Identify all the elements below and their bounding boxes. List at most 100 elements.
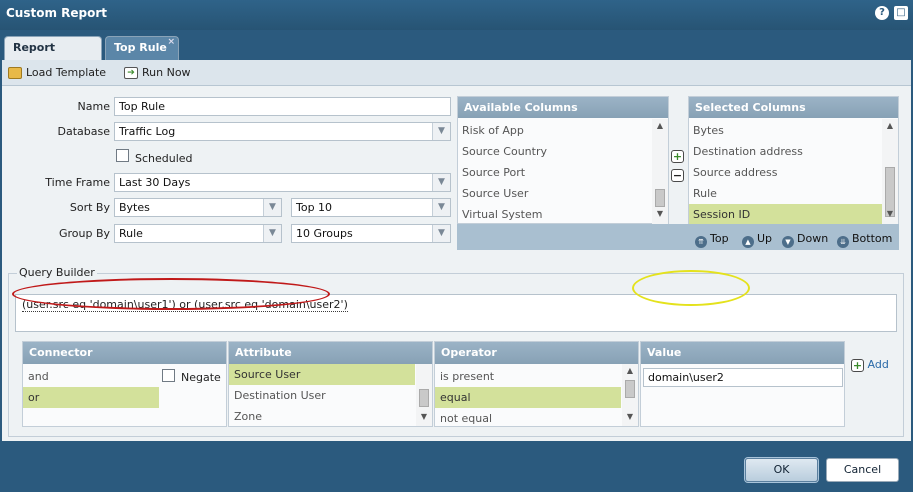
attribute-scrollbar[interactable]: ▼	[416, 364, 432, 426]
connector-column: Connector and or Negate	[22, 341, 227, 427]
groupby-value: Rule	[119, 227, 143, 240]
attribute-column: Attribute Source User Destination User Z…	[228, 341, 433, 427]
move-top-button[interactable]: ⇈ Top	[695, 232, 729, 248]
list-item[interactable]: Source Port	[458, 162, 652, 183]
list-item[interactable]: Virtual System	[458, 204, 652, 225]
tab-top-rule-label: Top Rule	[114, 41, 167, 54]
chevron-down-icon[interactable]: ▼	[432, 225, 450, 242]
groupby-limit-select[interactable]: 10 Groups ▼	[291, 224, 451, 243]
tab-report-setting[interactable]: Report Setting	[4, 36, 102, 76]
available-columns-list: Available Columns Risk of App Source Cou…	[457, 96, 669, 224]
connector-header: Connector	[23, 342, 226, 364]
negate-label: Negate	[181, 371, 221, 384]
chevron-down-icon[interactable]: ▼	[263, 199, 281, 216]
sortby-limit-select[interactable]: Top 10 ▼	[291, 198, 451, 217]
move-down-button[interactable]: ▼ Down	[782, 232, 829, 248]
scheduled-checkbox[interactable]	[116, 149, 129, 162]
name-field[interactable]: Top Rule	[114, 97, 451, 116]
sortby-label: Sort By	[69, 201, 110, 214]
sortby-select[interactable]: Bytes ▼	[114, 198, 282, 217]
timeframe-value: Last 30 Days	[119, 176, 191, 189]
maximize-icon[interactable]: □	[894, 6, 908, 20]
list-item[interactable]: Source address	[689, 162, 882, 183]
tab-close-icon[interactable]: ×	[167, 31, 175, 53]
name-label: Name	[77, 100, 110, 113]
list-item[interactable]: Destination User	[229, 385, 415, 406]
chevron-down-icon[interactable]: ▼	[432, 123, 450, 140]
list-item[interactable]: is present	[435, 366, 621, 387]
scroll-down-icon[interactable]: ▼	[882, 209, 898, 221]
value-header: Value	[641, 342, 844, 364]
remove-column-icon[interactable]: −	[671, 169, 684, 182]
list-item-selected[interactable]: Session ID	[689, 204, 882, 225]
attribute-header: Attribute	[229, 342, 432, 364]
run-now-button[interactable]: ➔ Run Now	[124, 65, 191, 81]
add-column-icon[interactable]: +	[671, 150, 684, 163]
window-titlebar: Custom Report ? □	[0, 0, 913, 30]
list-item[interactable]: Source User	[458, 183, 652, 204]
cancel-button[interactable]: Cancel	[826, 458, 899, 482]
move-down-label: Down	[797, 232, 829, 245]
value-input[interactable]: domain\user2	[643, 368, 843, 387]
scroll-thumb[interactable]	[655, 189, 665, 207]
value-column: Value domain\user2	[640, 341, 845, 427]
move-up-button[interactable]: ▲ Up	[742, 232, 773, 248]
scroll-up-icon[interactable]: ▲	[652, 121, 668, 133]
list-item[interactable]: Source Country	[458, 141, 652, 162]
scroll-down-icon[interactable]: ▼	[622, 412, 638, 424]
scroll-down-icon[interactable]: ▼	[652, 209, 668, 221]
negate-checkbox[interactable]	[162, 369, 175, 382]
available-columns-scrollbar[interactable]: ▲ ▼	[652, 119, 668, 224]
help-icon[interactable]: ?	[875, 6, 889, 20]
groupby-label: Group By	[58, 227, 110, 240]
list-item-selected[interactable]: equal	[435, 387, 621, 408]
chevron-down-icon[interactable]: ▼	[432, 174, 450, 191]
scroll-thumb[interactable]	[419, 389, 429, 407]
move-top-label: Top	[710, 232, 729, 245]
list-item[interactable]: Destination address	[689, 141, 882, 162]
move-bottom-button[interactable]: ⇊ Bottom	[837, 232, 893, 248]
selected-columns-list: Selected Columns Bytes Destination addre…	[688, 96, 899, 225]
list-item[interactable]: and	[23, 366, 159, 387]
query-builder: Query Builder (user.src eq 'domain\user1…	[8, 266, 904, 437]
timeframe-select[interactable]: Last 30 Days ▼	[114, 173, 451, 192]
move-bottom-icon: ⇊	[837, 236, 849, 248]
list-item-selected[interactable]: Source User	[229, 364, 415, 385]
load-template-button[interactable]: Load Template	[8, 65, 106, 81]
list-item[interactable]: Zone	[229, 406, 415, 427]
scroll-down-icon[interactable]: ▼	[416, 412, 432, 424]
list-item-selected[interactable]: or	[23, 387, 159, 408]
report-settings-panel: Name Top Rule Database Traffic Log ▼ Sch…	[2, 86, 911, 441]
chevron-down-icon[interactable]: ▼	[432, 199, 450, 216]
toolbar: Load Template ➔ Run Now	[2, 60, 911, 86]
column-move-bar: ⇈ Top ▲ Up ▼ Down ⇊ Bottom	[457, 224, 899, 250]
operator-header: Operator	[435, 342, 638, 364]
list-item[interactable]: Rule	[689, 183, 882, 204]
sortby-value: Bytes	[119, 201, 150, 214]
scroll-up-icon[interactable]: ▲	[882, 121, 898, 133]
window-title: Custom Report	[6, 6, 108, 20]
tab-strip: Report Setting Top Rule ×	[0, 30, 913, 76]
timeframe-label: Time Frame	[45, 176, 110, 189]
operator-scrollbar[interactable]: ▲ ▼	[622, 364, 638, 426]
groupby-limit-value: 10 Groups	[296, 227, 353, 240]
list-item[interactable]: Bytes	[689, 120, 882, 141]
database-select[interactable]: Traffic Log ▼	[114, 122, 451, 141]
tab-top-rule[interactable]: Top Rule ×	[105, 36, 179, 60]
scroll-thumb[interactable]	[625, 380, 635, 398]
groupby-select[interactable]: Rule ▼	[114, 224, 282, 243]
move-bottom-label: Bottom	[852, 232, 893, 245]
selected-columns-scrollbar[interactable]: ▲ ▼	[882, 119, 898, 224]
ok-button[interactable]: OK	[745, 458, 818, 482]
available-columns-header: Available Columns	[458, 97, 668, 118]
move-up-label: Up	[757, 232, 773, 245]
query-textarea[interactable]: (user.src eq 'domain\user1') or (user.sr…	[15, 294, 897, 332]
list-item[interactable]: not equal	[435, 408, 621, 429]
scroll-up-icon[interactable]: ▲	[622, 366, 638, 378]
add-query-button[interactable]: + Add	[851, 358, 889, 374]
list-item[interactable]: Risk of App	[458, 120, 652, 141]
database-value: Traffic Log	[119, 125, 176, 138]
chevron-down-icon[interactable]: ▼	[263, 225, 281, 242]
operator-column: Operator is present equal not equal ▲ ▼	[434, 341, 639, 427]
scheduled-label: Scheduled	[135, 152, 193, 165]
